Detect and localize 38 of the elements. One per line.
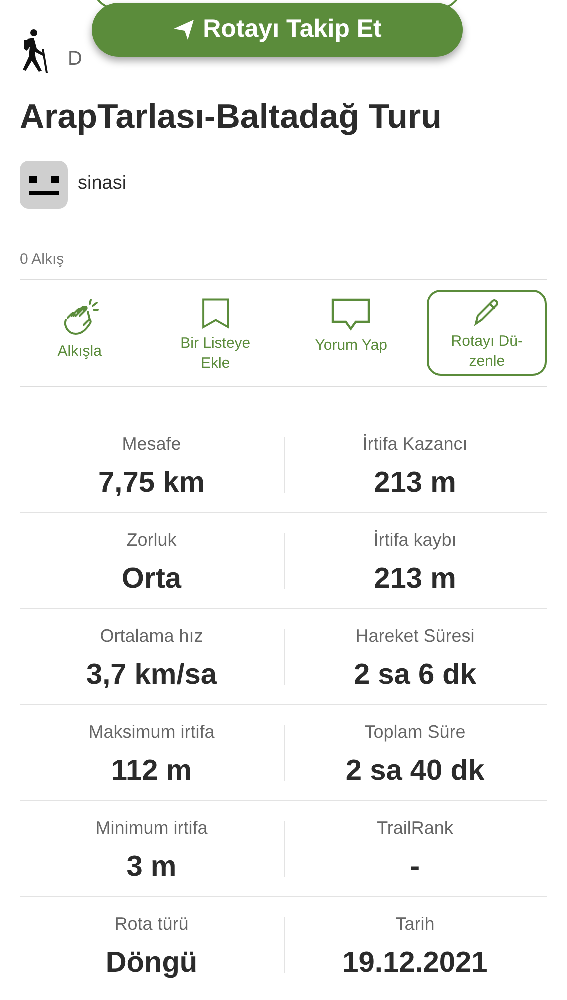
stat-value: 3 m (126, 850, 177, 885)
stat-label: Rota türü (114, 913, 189, 936)
stat-label: İrtifa Kazancı (362, 433, 468, 456)
activity-type: D (68, 47, 82, 72)
stat-label: Toplam Süre (364, 721, 466, 744)
navigation-arrow-icon (173, 19, 196, 41)
stat-label: Zorluk (126, 529, 177, 552)
stat-value: - (410, 850, 420, 885)
applause-count: 0 Alkış (20, 248, 547, 280)
stat-label: Hareket Süresi (356, 625, 475, 648)
stat-value: 19.12.2021 (342, 946, 488, 981)
stat-value: 112 m (111, 754, 192, 789)
stat-label: Maksimum irtifa (88, 721, 215, 744)
stat-value: 2 sa 6 dk (354, 658, 477, 693)
author-name[interactable]: sinasi (78, 170, 127, 199)
stat-value: Döngü (106, 946, 198, 981)
action-button[interactable]: Bir Listeye Ekle (156, 290, 276, 376)
stat-label: Mesafe (122, 433, 182, 456)
stat-label: TrailRank (377, 817, 454, 840)
bookmark-icon (200, 298, 232, 330)
stat-value: 3,7 km/sa (86, 658, 218, 693)
route-title: ArapTarlası-Baltadağ Turu (20, 97, 443, 138)
action-button[interactable]: Alkışla (20, 290, 140, 376)
stat-value: 213 m (374, 466, 456, 501)
stat-value: Orta (122, 562, 182, 597)
stat-label: Ortalama hız (100, 625, 204, 648)
avatar-icon (20, 160, 68, 208)
stat-value: 2 sa 40 dk (346, 754, 485, 789)
action-button[interactable]: Yorum Yap (292, 290, 412, 376)
hiker-icon (20, 29, 50, 73)
stat-label: Tarih (396, 913, 435, 936)
stat-value: 213 m (374, 562, 456, 597)
stat-label: İrtifa kaybı (374, 529, 457, 552)
follow-route-button[interactable]: Rotayı Takip Et (92, 3, 463, 57)
stat-label: Minimum irtifa (96, 817, 208, 840)
action-button[interactable]: Rotayı Dü-zenle (427, 290, 547, 376)
comment-icon (331, 298, 372, 332)
stat-value: 7,75 km (98, 466, 205, 501)
